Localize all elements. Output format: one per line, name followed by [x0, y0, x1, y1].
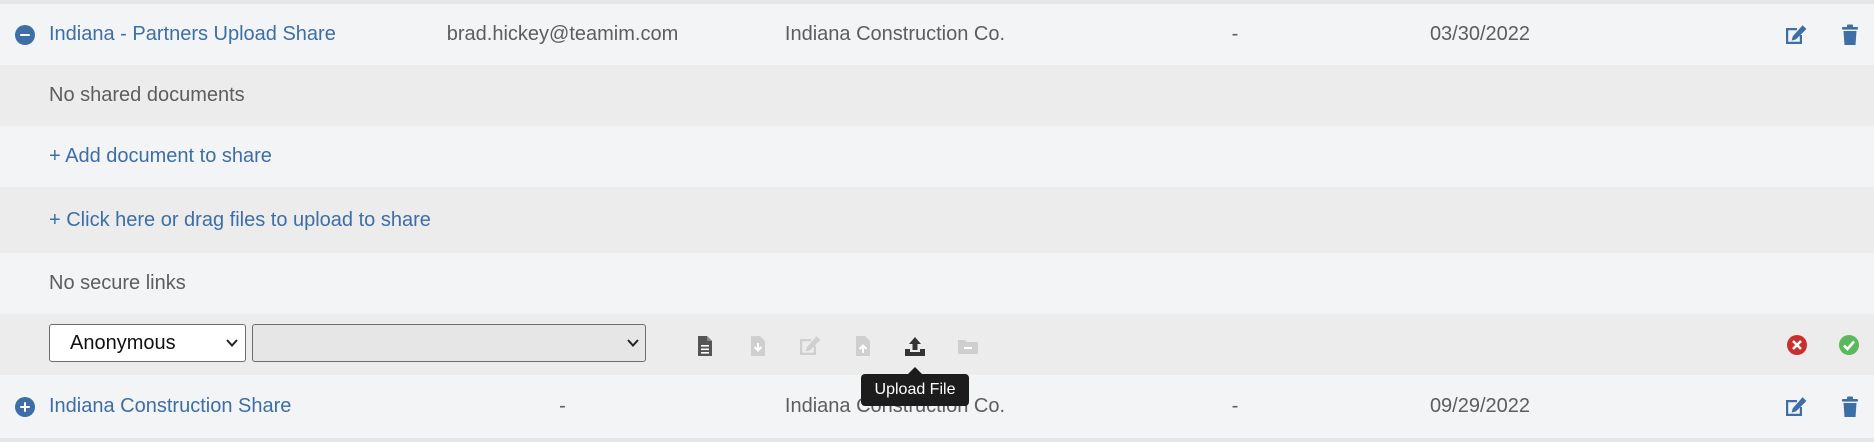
cancel-icon[interactable] [1787, 335, 1807, 355]
share-row[interactable]: Indiana - Partners Upload Share brad.hic… [0, 4, 1874, 65]
bottom-divider [0, 438, 1874, 442]
upload-dropzone[interactable]: + Click here or drag files to upload to … [0, 187, 1874, 253]
confirm-icon[interactable] [1839, 335, 1859, 355]
file-upload-icon[interactable] [853, 335, 873, 357]
no-links-row: No secure links [0, 253, 1874, 314]
share-name-link[interactable]: Indiana Construction Share [49, 375, 291, 438]
file-edit-icon[interactable] [798, 335, 822, 357]
share-email: brad.hickey@teamim.com [446, 23, 679, 45]
add-document-row: + Add document to share [0, 126, 1874, 187]
folder-minus-icon[interactable] [957, 335, 979, 357]
delete-icon[interactable] [1841, 24, 1859, 46]
edit-icon[interactable] [1784, 24, 1808, 46]
share-date: 09/29/2022 [1429, 395, 1531, 417]
share-date: 03/30/2022 [1429, 23, 1531, 45]
edit-icon[interactable] [1784, 396, 1808, 418]
permission-select-wrapper [252, 324, 646, 362]
upload-prompt-link[interactable]: + Click here or drag files to upload to … [49, 187, 431, 253]
share-email: - [559, 395, 566, 417]
new-link-row: Anonymous [0, 314, 1874, 375]
share-company: Indiana Construction Co. [784, 23, 1006, 45]
tooltip-arrow [908, 367, 922, 374]
no-links-text: No secure links [49, 272, 186, 294]
share-extra: - [1231, 395, 1239, 417]
expand-icon[interactable] [15, 397, 35, 417]
add-document-link[interactable]: + Add document to share [49, 126, 272, 187]
delete-icon[interactable] [1841, 396, 1859, 418]
tooltip-text: Upload File [874, 381, 956, 398]
permission-select[interactable] [252, 324, 646, 362]
no-documents-row: No shared documents [0, 65, 1874, 126]
share-extra: - [1231, 23, 1239, 45]
access-select-wrapper: Anonymous [49, 324, 246, 362]
no-documents-text: No shared documents [49, 84, 245, 106]
share-name-link[interactable]: Indiana - Partners Upload Share [49, 4, 336, 65]
access-select[interactable]: Anonymous [49, 324, 246, 362]
shares-table: Indiana - Partners Upload Share brad.hic… [0, 0, 1874, 442]
collapse-icon[interactable] [15, 25, 35, 45]
file-text-icon[interactable] [695, 335, 715, 357]
upload-icon[interactable] [904, 335, 926, 357]
upload-tooltip: Upload File [861, 367, 969, 406]
file-download-icon[interactable] [748, 335, 768, 357]
